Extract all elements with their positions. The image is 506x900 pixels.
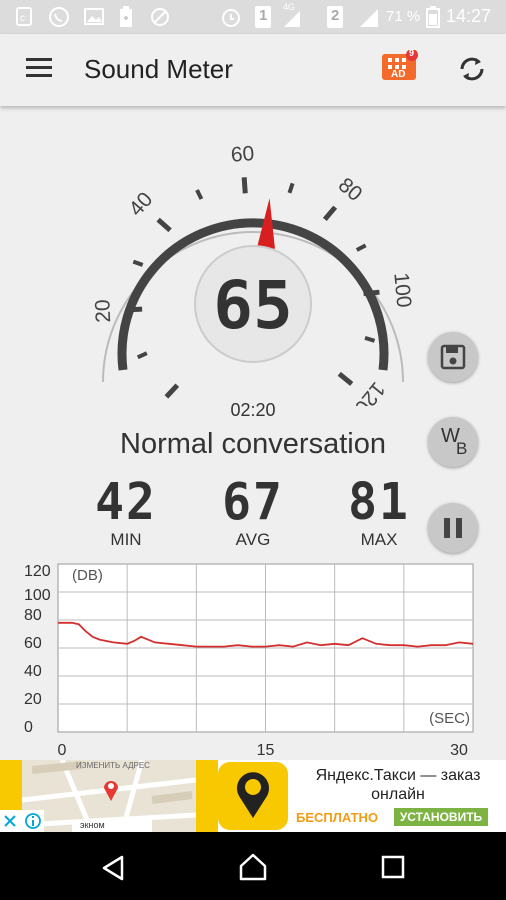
- chart-x-ticks: 0 15 30: [58, 742, 468, 759]
- alarm-icon: [222, 9, 240, 27]
- gauge-tick: [287, 182, 295, 194]
- sound-history-chart: 120 100 80 60 40 20 0 0 15 30 (DB) (SEC): [24, 563, 474, 759]
- max-value: 81: [348, 472, 410, 532]
- y-tick-label: 120: [24, 563, 51, 580]
- notification-app-icon: c: [16, 7, 32, 26]
- save-icon: [440, 344, 466, 370]
- y-tick-label: 40: [24, 663, 42, 680]
- gauge-scale-label: 100: [389, 272, 415, 309]
- stat-avg: 67 AVG: [203, 472, 303, 550]
- save-button[interactable]: [428, 332, 478, 382]
- navigation-bar: [0, 832, 506, 900]
- chart-y-unit-label: (DB): [72, 567, 103, 584]
- min-label: MIN: [110, 530, 142, 549]
- chart-x-unit-label: (SEC): [429, 710, 470, 727]
- chart-y-ticks: 120 100 80 60 40 20 0: [24, 563, 51, 736]
- avg-value: 67: [222, 472, 284, 532]
- map-pin-icon: [104, 781, 118, 801]
- ad-mid-strip: [196, 760, 218, 832]
- y-tick-label: 80: [24, 607, 42, 624]
- recents-square-icon[interactable]: [381, 855, 405, 879]
- refresh-icon[interactable]: [456, 53, 488, 85]
- ad-banner[interactable]: ИЗМЕНИТЬ АДРЕС экном Яндекс.Такси — зака…: [0, 760, 506, 832]
- gauge-tick: [132, 259, 144, 267]
- avg-label: AVG: [235, 530, 271, 549]
- clock: 14:27: [446, 6, 492, 26]
- min-value: 42: [95, 472, 157, 532]
- gallery-icon: [84, 8, 104, 25]
- gauge-tick: [136, 351, 148, 360]
- gauge-tick: [363, 289, 380, 297]
- pause-button[interactable]: [428, 503, 478, 553]
- gauge-scale-label: 80: [334, 173, 367, 206]
- whatsapp-icon: [49, 7, 69, 27]
- gauge-tick: [164, 383, 180, 399]
- home-icon[interactable]: [238, 852, 268, 882]
- ad-label: AD: [391, 69, 406, 80]
- map-hint-label: ИЗМЕНИТЬ АДРЕС: [76, 761, 150, 770]
- gauge-tick: [337, 371, 354, 386]
- max-label: MAX: [360, 530, 398, 549]
- gauge-value: 65: [213, 267, 292, 344]
- gauge-scale-label: 60: [230, 142, 255, 167]
- stat-max: 81 MAX: [329, 472, 429, 550]
- battery-icon: [426, 6, 440, 28]
- battery-percent: 71 %: [386, 8, 421, 25]
- x-tick-label: 0: [58, 742, 67, 759]
- pause-icon: [444, 518, 462, 538]
- signal2-icon: [360, 9, 378, 27]
- page-title: Sound Meter: [84, 54, 233, 84]
- ad-button[interactable]: 9 AD: [382, 48, 418, 86]
- sim2-label: 2: [331, 7, 340, 24]
- ad-headline: Яндекс.Такси — заказ онлайн: [315, 767, 481, 803]
- svg-text:c: c: [20, 13, 25, 24]
- x-tick-label: 15: [257, 742, 275, 759]
- ad-map-image: ИЗМЕНИТЬ АДРЕС экном: [22, 760, 196, 832]
- map-street-label: экном: [80, 820, 105, 830]
- y-tick-label: 0: [24, 719, 33, 736]
- ad-controls: [0, 810, 44, 832]
- noise-description: Normal conversation: [120, 428, 386, 460]
- x-tick-label: 30: [450, 742, 468, 759]
- yandex-taxi-logo: [218, 762, 288, 830]
- ad-install-button[interactable]: УСТАНОВИТЬ: [394, 808, 488, 826]
- stat-min: 42 MIN: [76, 472, 176, 550]
- gauge-tick: [364, 335, 376, 343]
- info-icon[interactable]: [24, 812, 42, 830]
- status-bar: c 1 4G 2 71 % 14:27: [0, 0, 506, 34]
- gauge-scale-label: 20: [91, 299, 115, 323]
- gauge-tick: [195, 189, 204, 200]
- battery-charge-icon: [120, 6, 132, 27]
- gauge-scale-label: 40: [125, 188, 158, 221]
- blocked-icon: [151, 8, 169, 26]
- ad-badge-count: 9: [409, 48, 415, 58]
- gauge-tick: [156, 217, 172, 233]
- close-x-icon[interactable]: [2, 813, 18, 829]
- ad-free-label: БЕСПЛАТНО: [296, 810, 379, 825]
- app-bar: Sound Meter 9 AD: [0, 34, 506, 106]
- y-tick-label: 20: [24, 691, 42, 708]
- y-tick-label: 60: [24, 635, 42, 652]
- gauge-tick: [355, 243, 367, 252]
- sim1-label: 1: [259, 7, 268, 24]
- elapsed-timer: 02:20: [230, 400, 276, 420]
- hamburger-menu-icon[interactable]: [26, 58, 52, 78]
- back-triangle-icon[interactable]: [100, 854, 126, 882]
- gauge-tick: [126, 306, 143, 313]
- network-type-label: 4G: [283, 2, 296, 12]
- gauge-tick: [241, 177, 248, 194]
- y-tick-label: 100: [24, 587, 51, 604]
- gauge-tick: [322, 205, 338, 222]
